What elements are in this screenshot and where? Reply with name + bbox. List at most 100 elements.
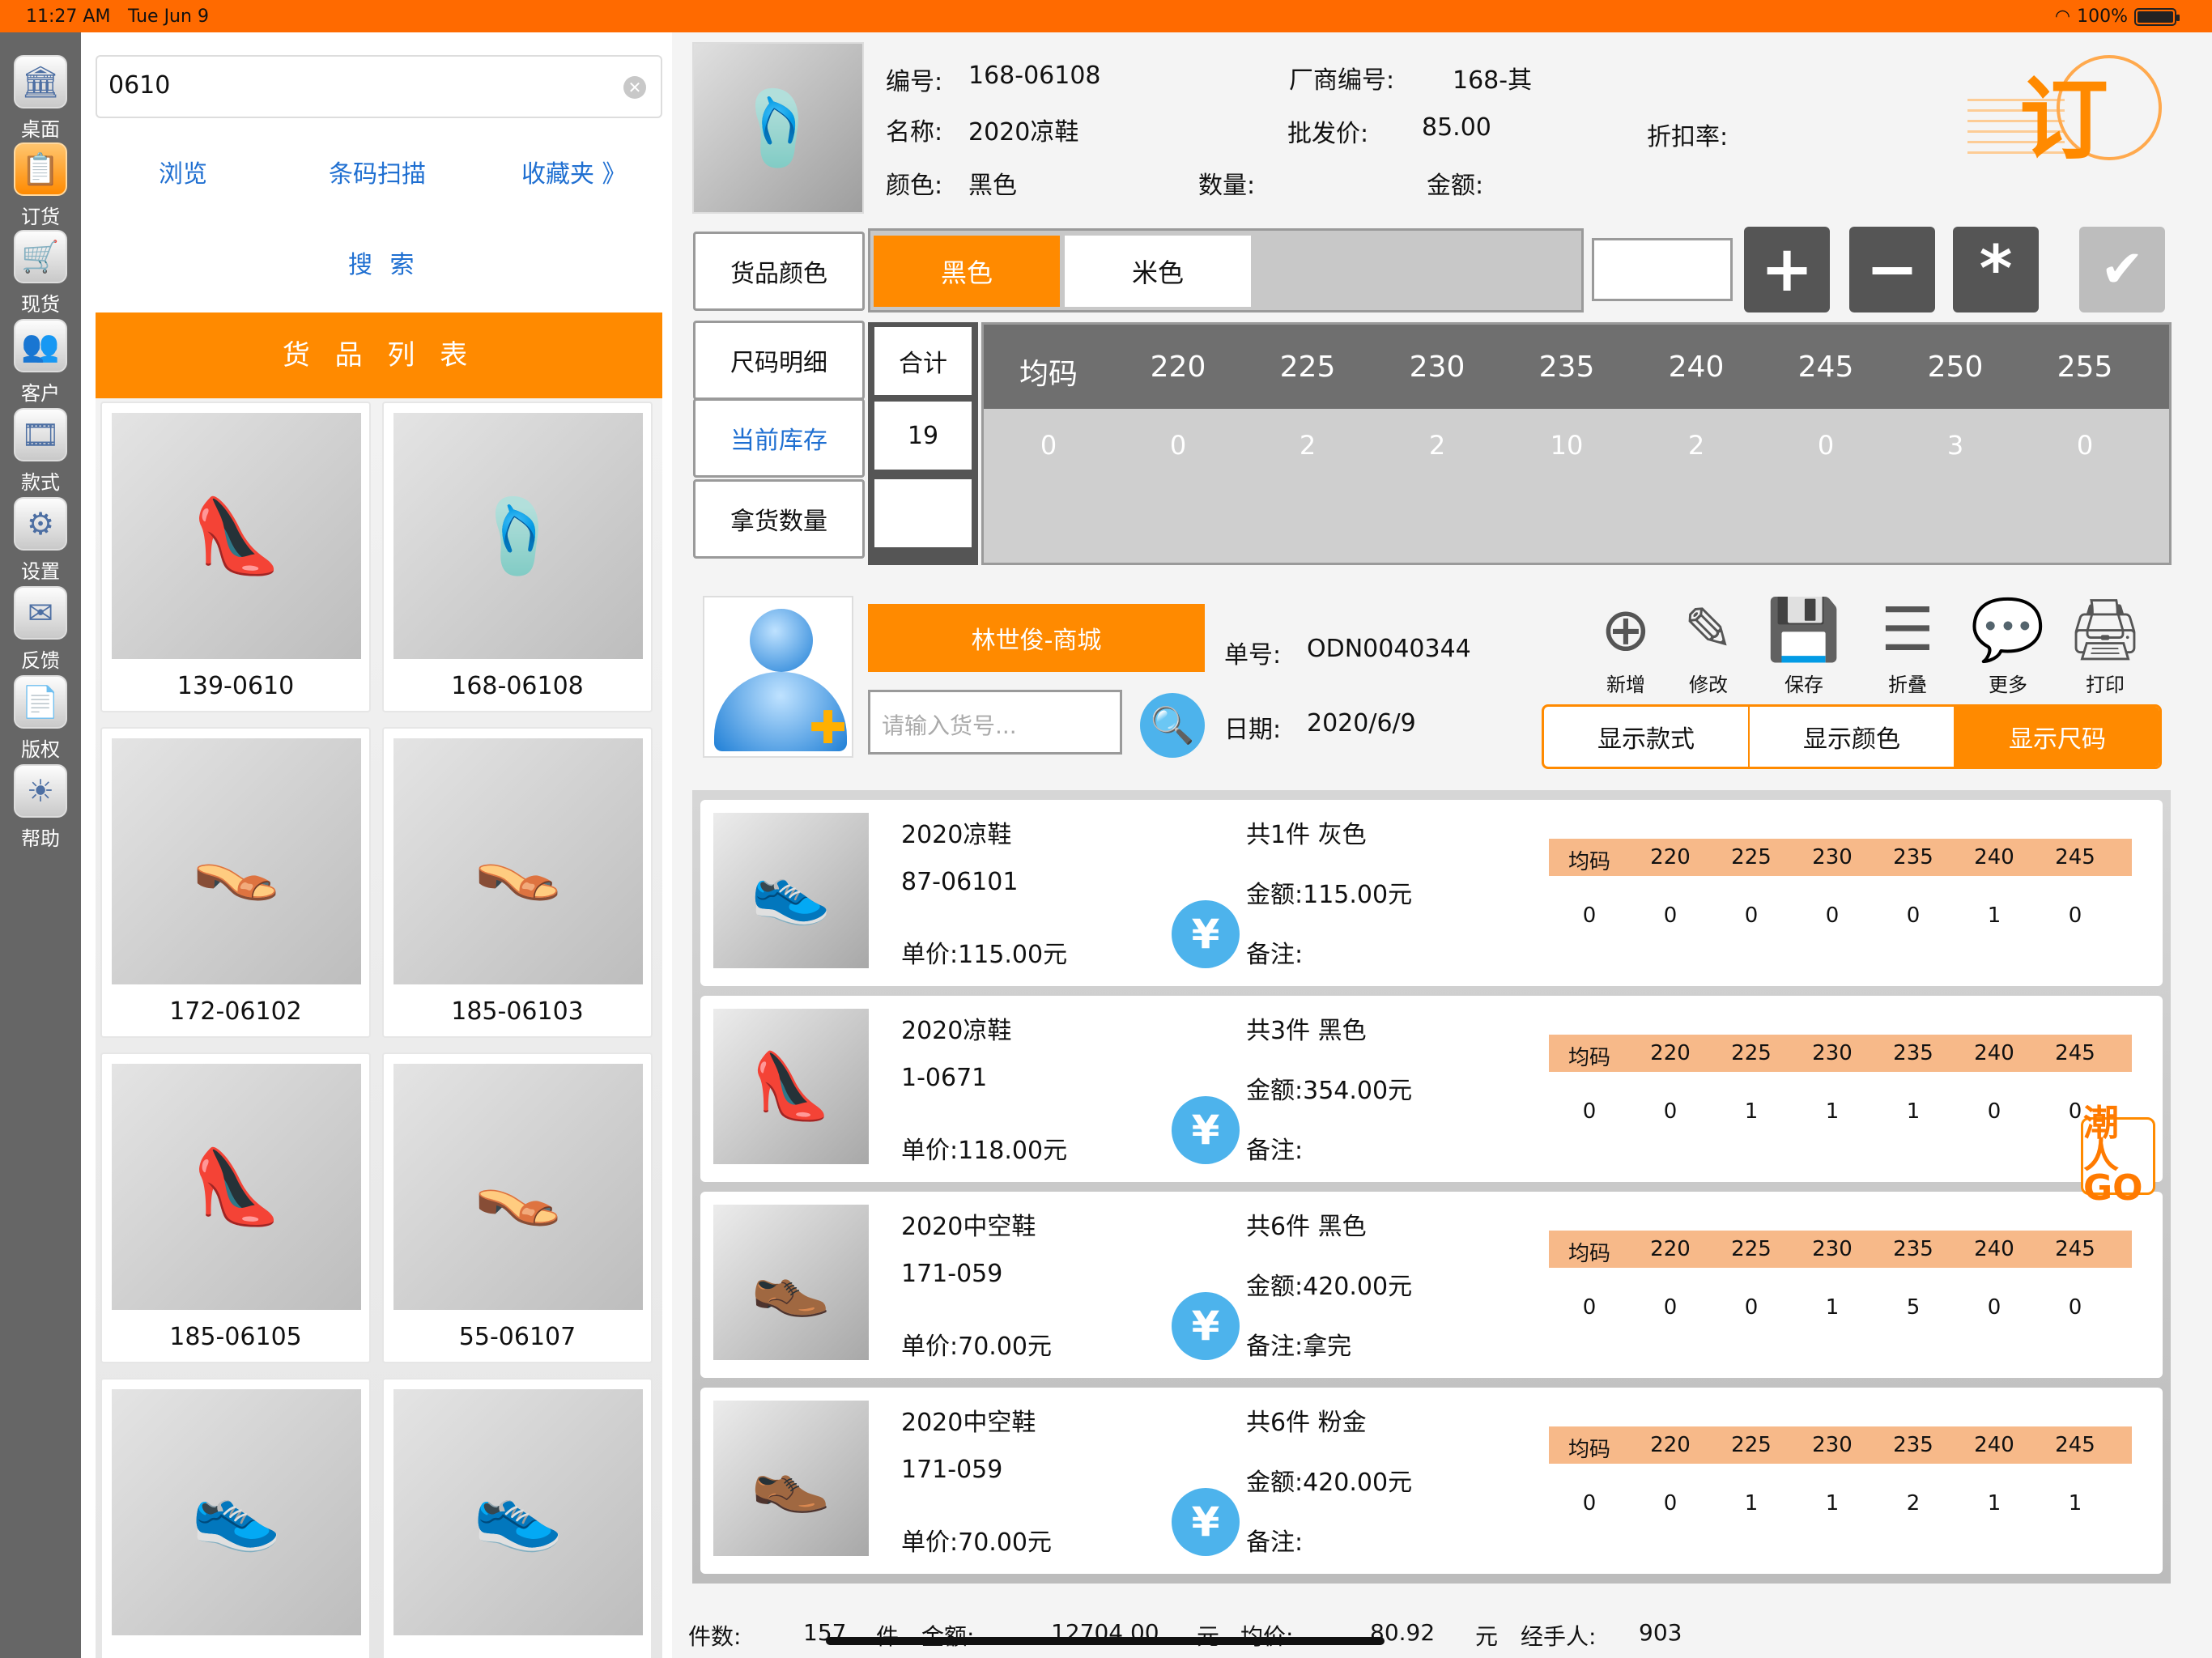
order-item[interactable]: 👞 2020中空鞋 171-059 单价:70.00元 共6件 粉金 金额:42… (700, 1388, 2163, 1574)
stock-value: 10 (1550, 430, 1584, 461)
battery-icon (2134, 7, 2180, 26)
rail-item-order[interactable]: 📋 订货 (0, 136, 81, 228)
product-card[interactable]: 🩴 168-06108 (382, 402, 653, 712)
order-item-list: 👟 2020凉鞋 87-06101 单价:115.00元 共1件 灰色 金额:1… (692, 790, 2171, 1584)
item-size: 230 (1812, 1041, 1853, 1065)
item-qty: 0 (1825, 903, 1840, 928)
product-card[interactable]: 👟 (100, 1378, 371, 1658)
rail-item-help[interactable]: ☀ 帮助 (0, 758, 81, 850)
goods-color-label: 货品颜色 (693, 232, 865, 311)
rail-item-customer[interactable]: 👥 客户 (0, 312, 81, 405)
plus-button[interactable]: + (1744, 227, 1830, 312)
current-stock-label[interactable]: 当前库存 (693, 398, 865, 478)
product-card[interactable]: 👟 (382, 1378, 653, 1658)
rail-item-feedback[interactable]: ✉ 反馈 (0, 580, 81, 672)
item-amount: 金额:115.00元 (1246, 881, 1413, 909)
handler-value: 903 (1639, 1619, 1682, 1646)
rail-item-settings[interactable]: ⚙ 设置 (0, 491, 81, 583)
more-button[interactable]: 💬 更多 (1966, 591, 2050, 697)
view-mode-tabs: 显示款式 显示颜色 显示尺码 (1542, 704, 2162, 769)
size-header: 235 (1538, 351, 1595, 384)
search-button[interactable]: 搜 索 (348, 244, 419, 280)
yen-icon[interactable]: ¥ (1172, 900, 1240, 968)
amount-unit: 元 (1197, 1619, 1219, 1652)
product-code: 172-06102 (169, 997, 302, 1026)
item-qty: 0 (1663, 903, 1678, 928)
shoe-image: 👡 (112, 738, 361, 984)
add-circle-icon: ⊕ (1600, 595, 1651, 665)
print-button[interactable]: 🖨 打印 (2063, 591, 2147, 697)
item-size: 245 (2055, 1041, 2095, 1065)
fold-button[interactable]: ☰ 折叠 (1865, 591, 1950, 697)
product-card[interactable]: 👠 139-0610 (100, 402, 371, 712)
tab-show-style[interactable]: 显示款式 (1544, 707, 1750, 767)
product-card[interactable]: 👠 185-06105 (100, 1052, 371, 1363)
tab-show-color[interactable]: 显示颜色 (1750, 707, 1955, 767)
product-code: 139-0610 (177, 672, 295, 700)
home-indicator[interactable] (826, 1637, 1385, 1645)
item-price: 单价:118.00元 (901, 1137, 1068, 1165)
item-size: 245 (2055, 1433, 2095, 1457)
quantity-input[interactable] (1592, 238, 1733, 301)
product-card[interactable]: 👡 172-06102 (100, 727, 371, 1038)
amount-label: 金额: (921, 1619, 974, 1652)
basket-icon: 🛒 (14, 230, 67, 283)
item-qty: 1 (1825, 1491, 1840, 1516)
add-customer-avatar[interactable]: ✚ (703, 596, 853, 758)
goods-number-input[interactable]: 请输入货号... (868, 690, 1122, 755)
item-qty: 1 (1987, 1491, 2001, 1516)
rail-item-style[interactable]: 🎞 款式 (0, 402, 81, 494)
order-item[interactable]: 👞 2020中空鞋 171-059 单价:70.00元 共6件 黑色 金额:42… (700, 1192, 2163, 1378)
take-total-input[interactable] (874, 479, 972, 547)
size-grid: 均码 220 225 230 235 240 245 250 255 0 0 2… (981, 322, 2172, 565)
product-card[interactable]: 👡 55-06107 (382, 1052, 653, 1363)
item-qty: 0 (2068, 1295, 2082, 1320)
barcode-scan-link[interactable]: 条码扫描 (329, 154, 426, 189)
color-option-black[interactable]: 黑色 (874, 236, 1060, 307)
item-price: 单价:70.00元 (901, 1528, 1052, 1557)
favorites-link[interactable]: 收藏夹 》 (521, 154, 627, 189)
tab-show-size[interactable]: 显示尺码 (1955, 707, 2159, 767)
rail-item-desktop[interactable]: 🏛 桌面 (0, 49, 81, 141)
item-name: 2020凉鞋 (901, 1017, 1012, 1045)
search-icon[interactable]: 🔍 (1140, 693, 1205, 758)
rail-item-stock[interactable]: 🛒 现货 (0, 223, 81, 316)
confirm-button[interactable]: ✔ (2079, 227, 2165, 312)
settings-icon: ⚙ (14, 497, 67, 551)
yen-icon[interactable]: ¥ (1172, 1292, 1240, 1360)
edit-button[interactable]: ✎ 修改 (1666, 591, 1750, 697)
clear-icon[interactable]: ✕ (623, 76, 646, 99)
order-item[interactable]: 👠 2020凉鞋 1-0671 单价:118.00元 共3件 黑色 金额:354… (700, 996, 2163, 1182)
chaoren-go-badge[interactable]: 潮人GO (2081, 1106, 2155, 1206)
size-header: 225 (1279, 351, 1336, 384)
order-no-label: 单号: (1224, 641, 1282, 670)
stock-value: 3 (1946, 430, 1964, 461)
order-date-label: 日期: (1224, 716, 1282, 744)
product-card[interactable]: 👡 185-06103 (382, 727, 653, 1038)
status-bar: 11:27 AM Tue Jun 9 ◠ 100% (0, 0, 2212, 32)
yen-icon[interactable]: ¥ (1172, 1096, 1240, 1164)
vendor-label: 厂商编号: (1289, 66, 1395, 95)
name-label: 名称: (886, 118, 943, 147)
save-button[interactable]: 💾 保存 (1762, 591, 1846, 697)
minus-button[interactable]: − (1849, 227, 1935, 312)
wholesale-value: 85.00 (1422, 113, 1491, 142)
item-qty: 0 (1582, 1491, 1597, 1516)
new-button[interactable]: ⊕ 新增 (1584, 591, 1668, 697)
selected-product-image: 🩴 (692, 42, 864, 214)
mail-icon: ✉ (14, 586, 67, 640)
shoe-image: 👡 (393, 738, 643, 984)
stock-value: 2 (1687, 430, 1705, 461)
multiply-button[interactable]: * (1953, 227, 2039, 312)
rail-item-copyright[interactable]: 📄 版权 (0, 669, 81, 761)
pencil-icon: ✎ (1682, 595, 1733, 665)
color-option-beige[interactable]: 米色 (1065, 236, 1251, 307)
yen-icon[interactable]: ¥ (1172, 1488, 1240, 1556)
order-item[interactable]: 👟 2020凉鞋 87-06101 单价:115.00元 共1件 灰色 金额:1… (700, 800, 2163, 986)
search-input[interactable]: 0610 ✕ (96, 55, 662, 118)
customer-button[interactable]: 林世俊-商城 (868, 604, 1205, 672)
item-name: 2020凉鞋 (901, 821, 1012, 849)
browse-link[interactable]: 浏览 (159, 154, 207, 189)
color-selector: 黑色 米色 (868, 228, 1584, 312)
take-quantity-label: 拿货数量 (693, 479, 865, 559)
